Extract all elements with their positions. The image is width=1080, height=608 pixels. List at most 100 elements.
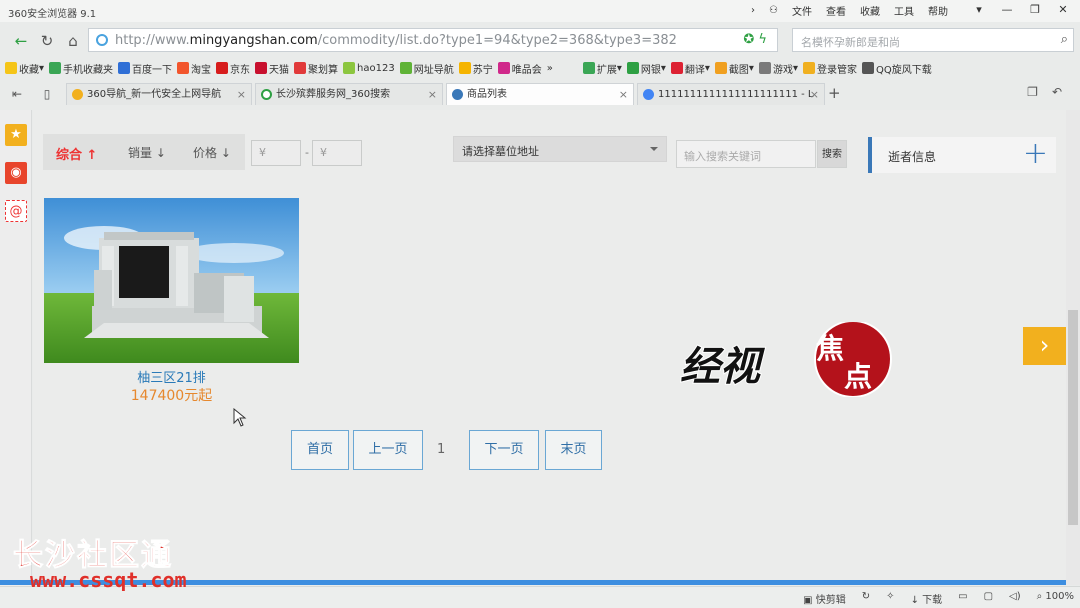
location-select[interactable]: 请选择墓位地址 (453, 136, 667, 162)
chevron-down-icon (650, 147, 658, 151)
refresh-icon[interactable]: ↻ (36, 30, 58, 52)
nav-icon (399, 62, 412, 74)
scrollbar-thumb[interactable] (1068, 310, 1078, 525)
menu-tools[interactable]: 工具 (894, 3, 914, 18)
bookmark-item[interactable]: 扩展 ▾ (582, 61, 622, 76)
sort-sales[interactable]: 销量 ↓ (128, 144, 166, 161)
sound-icon[interactable]: ◁) (1009, 591, 1021, 606)
bookmark-item[interactable]: 苏宁 (458, 61, 493, 76)
tab-360-search[interactable]: 长沙殡葬服务网_360搜索 × (255, 83, 443, 105)
next-page-button[interactable]: 下一页 (469, 430, 539, 470)
download-icon (861, 62, 874, 74)
hao123-icon (343, 62, 356, 74)
weibo-icon[interactable]: ◉ (5, 162, 27, 184)
plus-icon[interactable]: + (1023, 136, 1048, 172)
maximize-icon[interactable]: ❐ (1022, 2, 1048, 18)
user-icon[interactable]: ⚇ (769, 5, 778, 16)
favorites-star-icon[interactable]: ★ (5, 124, 27, 146)
tab-long-title[interactable]: 1111111111111111111111 - L × (637, 83, 825, 105)
security-icon[interactable]: ✪ ϟ (743, 32, 767, 47)
menu-view[interactable]: 查看 (826, 3, 846, 18)
close-icon[interactable]: × (428, 84, 437, 105)
bookmark-item[interactable]: 淘宝 (177, 61, 211, 76)
sort-comprehensive[interactable]: 综合 ↑ (56, 144, 97, 163)
bookmark-item[interactable]: 唯品会 (497, 61, 542, 76)
sort-bar: 综合 ↑ 销量 ↓ 价格 ↓ (43, 134, 245, 170)
menu-help[interactable]: 帮助 (928, 3, 948, 18)
svg-text:经视: 经视 (680, 344, 765, 390)
bookmark-item[interactable]: 游戏 ▾ (758, 61, 798, 76)
last-page-button[interactable]: 末页 (545, 430, 602, 470)
menu-file[interactable]: 文件 (792, 3, 812, 18)
address-bar[interactable]: http://www.mingyangshan.com/commodity/li… (88, 28, 778, 52)
product-image[interactable] (44, 198, 299, 363)
bookmark-item[interactable]: 天猫 (255, 61, 289, 76)
prev-page-button[interactable]: 上一页 (353, 430, 423, 470)
speed-icon[interactable]: ↻ (862, 591, 870, 606)
more-icon[interactable]: » (547, 63, 553, 74)
page-icon[interactable]: ▯ (36, 83, 58, 105)
undo-close-icon[interactable]: ↶ (1052, 85, 1062, 99)
browser-search-input[interactable]: 名模怀孕新郎是和尚 ⌕ (792, 28, 1074, 52)
bookmark-item[interactable]: QQ旋风下载 (861, 61, 932, 76)
skin-icon[interactable]: ▾ (966, 2, 992, 18)
app-title: 360安全浏览器 9.1 (8, 9, 97, 20)
page-content: 综合 ↑ 销量 ↓ 价格 ↓ ¥ - ¥ 请选择墓位地址 输入搜索关键词 搜索 … (33, 110, 1066, 585)
bookmark-item[interactable]: 翻译 ▾ (670, 61, 710, 76)
globe-icon (96, 34, 108, 46)
search-button[interactable]: 搜索 (817, 140, 847, 168)
chevron-right-icon[interactable]: › (751, 5, 755, 16)
address-url: http://www.mingyangshan.com/commodity/li… (115, 33, 677, 48)
deceased-info-panel[interactable]: 逝者信息 + (868, 136, 1056, 173)
taobao-icon (177, 62, 190, 74)
bookmark-item[interactable]: 聚划算 (294, 61, 338, 76)
restore-tabs-icon[interactable]: ❐ (1027, 85, 1038, 99)
tools-icon[interactable]: ✧ (886, 591, 894, 606)
zoom-level[interactable]: ⌕ 100% (1037, 591, 1074, 606)
sidebar-toggle-icon[interactable]: ⇤ (6, 83, 28, 105)
bookmark-item[interactable]: 百度一下 (118, 61, 172, 76)
bookmark-item[interactable]: 手机收藏夹 (49, 61, 113, 76)
extension-icon (582, 62, 595, 74)
vertical-scrollbar[interactable] (1066, 110, 1080, 585)
bookmark-item[interactable]: hao123 (343, 62, 395, 74)
tab-360-nav[interactable]: 360导航_新一代安全上网导航 × (66, 83, 252, 105)
keyword-search-input[interactable]: 输入搜索关键词 (676, 140, 816, 168)
bookmark-item[interactable]: 收藏 ▾ (5, 61, 44, 76)
bookmark-item[interactable]: 京东 (216, 61, 250, 76)
back-icon[interactable]: ← (10, 30, 32, 52)
home-icon[interactable]: ⌂ (62, 30, 84, 52)
translate-icon (670, 62, 683, 74)
bookmark-item[interactable]: 网银 ▾ (626, 61, 666, 76)
quick-clip-button[interactable]: ▣ 快剪辑 (803, 591, 846, 606)
product-title[interactable]: 柚三区21排 (44, 367, 299, 386)
sort-price[interactable]: 价格 ↓ (193, 144, 231, 161)
menu-favorites[interactable]: 收藏 (860, 3, 880, 18)
close-icon[interactable]: × (619, 84, 628, 105)
new-tab-icon[interactable]: + (828, 84, 841, 102)
tab-product-list[interactable]: 商品列表 × (446, 83, 634, 105)
close-icon[interactable]: ✕ (1050, 2, 1076, 18)
bookmark-item[interactable]: 截图 ▾ (714, 61, 754, 76)
chevron-right-icon[interactable]: › (1023, 327, 1066, 365)
product-price: 147400元起 (130, 388, 213, 404)
price-min-input[interactable]: ¥ (251, 140, 301, 166)
close-icon[interactable]: × (237, 84, 246, 105)
first-page-button[interactable]: 首页 (291, 430, 349, 470)
window-icon[interactable]: ▭ (958, 591, 967, 606)
tmall-icon (255, 62, 268, 74)
bookmark-item[interactable]: 网址导航 (399, 61, 454, 76)
mouse-cursor-icon (233, 408, 247, 427)
close-icon[interactable]: × (810, 84, 819, 105)
minimize-icon[interactable]: — (994, 2, 1020, 18)
search-icon[interactable]: ⌕ (1061, 32, 1068, 47)
bookmark-item[interactable]: 登录管家 (802, 61, 857, 76)
image-icon[interactable]: ▢ (984, 591, 993, 606)
navigation-bar: ← ↻ ⌂ http://www.mingyangshan.com/commod… (0, 27, 1080, 53)
price-max-input[interactable]: ¥ (312, 140, 362, 166)
mail-icon[interactable]: @ (5, 200, 27, 222)
current-page-number[interactable]: 1 (437, 442, 445, 457)
download-button[interactable]: ↓ 下载 (911, 591, 943, 606)
left-sidebar: ★ ◉ @ (0, 110, 32, 588)
cssqt-watermark: 长沙社区通 www.cssqt.com (10, 530, 220, 593)
